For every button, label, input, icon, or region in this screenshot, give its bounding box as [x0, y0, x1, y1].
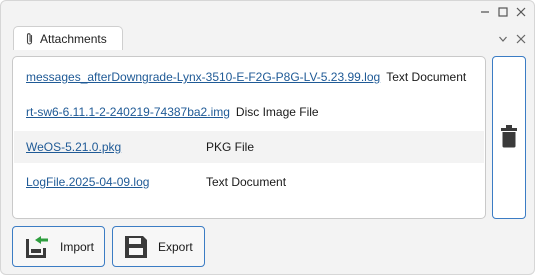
attachment-type: Disc Image File [235, 105, 319, 119]
trash-icon [500, 124, 518, 151]
import-button[interactable]: Import [12, 226, 105, 267]
attachment-name-link[interactable]: LogFile.2025-04-09.log [14, 175, 149, 189]
save-icon [124, 235, 148, 259]
attachment-name-link[interactable]: messages_afterDowngrade-Lynx-3510-E-F2G-… [14, 70, 380, 84]
import-icon [24, 235, 50, 259]
attachment-type: PKG File [206, 140, 255, 154]
list-item[interactable]: LogFile.2025-04-09.log Text Document [14, 166, 484, 198]
tab-close-icon[interactable] [514, 32, 528, 46]
attachments-window: Attachments messages_afterDowngrade-Lynx… [0, 0, 535, 275]
close-icon[interactable] [514, 5, 528, 19]
tab-attachments[interactable]: Attachments [13, 26, 123, 50]
chevron-down-icon[interactable] [496, 32, 510, 46]
delete-button[interactable] [492, 56, 526, 219]
attachment-name-link[interactable]: WeOS-5.21.0.pkg [14, 140, 121, 154]
attachment-type: Text Document [206, 175, 287, 189]
list-item[interactable]: WeOS-5.21.0.pkg PKG File [14, 131, 484, 163]
import-label: Import [60, 239, 95, 254]
maximize-icon[interactable] [496, 5, 510, 19]
paperclip-icon [25, 32, 34, 46]
tab-controls [496, 32, 528, 46]
export-label: Export [158, 239, 193, 254]
attachment-type: Text Document [386, 70, 467, 84]
list-item[interactable]: messages_afterDowngrade-Lynx-3510-E-F2G-… [14, 61, 484, 93]
list-item[interactable]: rt-sw6-6.11.1-2-240219-74387ba2.img Disc… [14, 96, 484, 128]
minimize-icon[interactable] [478, 5, 492, 19]
tab-label: Attachments [40, 31, 107, 46]
window-controls [478, 5, 528, 19]
attachments-list: messages_afterDowngrade-Lynx-3510-E-F2G-… [12, 56, 486, 219]
attachment-name-link[interactable]: rt-sw6-6.11.1-2-240219-74387ba2.img [14, 105, 230, 119]
export-button[interactable]: Export [112, 226, 205, 267]
